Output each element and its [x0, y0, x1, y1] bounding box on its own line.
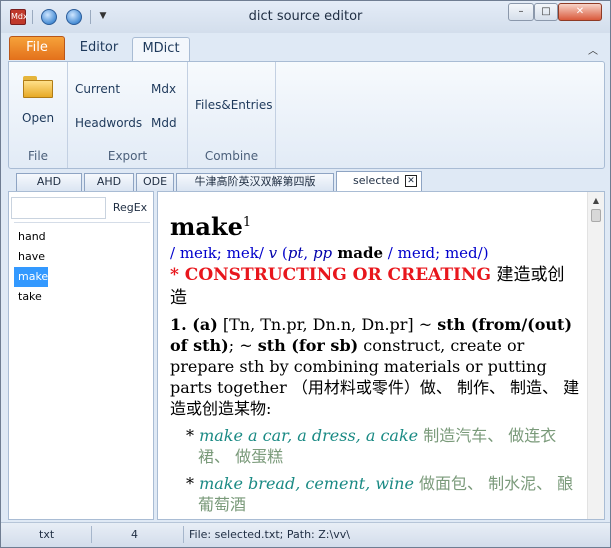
tab-file[interactable]: File: [9, 36, 65, 60]
definition: 1. (a) [Tn, Tn.pr, Dn.n, Dn.pr] ~ sth (f…: [170, 314, 580, 419]
part-of-speech: v: [268, 244, 278, 262]
scroll-up-icon[interactable]: ▲: [588, 192, 604, 209]
status-format: txt: [39, 528, 55, 541]
doc-tab-ahd-1[interactable]: AHD: [16, 173, 82, 191]
status-bar: txt 4 File: selected.txt; Path: Z:\vv\: [1, 522, 610, 547]
doc-tab-selected-label: selected: [353, 174, 400, 187]
doc-tab-selected[interactable]: selected ✕: [336, 171, 422, 191]
group-label-file: File: [27, 149, 49, 163]
status-separator: [183, 526, 184, 543]
doc-tab-ahd-2[interactable]: AHD: [84, 173, 134, 191]
inflected-form: made: [332, 244, 384, 262]
definition-sub: (a): [186, 315, 218, 334]
group-label-combine: Combine: [204, 149, 259, 163]
past-participle-label: pp: [312, 244, 333, 262]
group-label-export: Export: [107, 149, 148, 163]
example: * make bread, cement, wine 做面包、 制水泥、 酿葡萄…: [186, 474, 574, 514]
separator: ; ~: [228, 336, 258, 355]
ribbon-group-file: Open File: [9, 62, 68, 168]
status-count: 4: [131, 528, 138, 541]
ribbon-group-export: Current Mdx Headwords Mdd Export: [68, 62, 188, 168]
list-item-selected[interactable]: make: [14, 267, 48, 287]
headword-list: hand have make take: [14, 222, 150, 517]
pronunciation: / meɪk; mek/: [170, 244, 269, 262]
close-tab-icon[interactable]: ✕: [405, 175, 417, 187]
headword: make1: [170, 208, 580, 242]
example-en: make a car, a dress, a cake: [199, 426, 419, 445]
title-bar: Mdx ▼ dict source editor – □ ✕: [1, 1, 610, 33]
word-list-pane: RegEx hand have make take: [8, 191, 154, 520]
collocation-2: sth (for sb): [257, 336, 359, 355]
definition-number: 1.: [170, 315, 187, 334]
ribbon-tab-row: File Editor MDict ︿: [1, 33, 610, 62]
minimize-button[interactable]: –: [508, 3, 534, 21]
tab-editor[interactable]: Editor: [71, 37, 127, 61]
search-input[interactable]: [11, 197, 106, 219]
list-item[interactable]: hand: [14, 227, 48, 247]
export-mdd-button[interactable]: Mdd: [151, 116, 177, 130]
close-button[interactable]: ✕: [558, 3, 602, 21]
document-tab-strip: AHD AHD ODE 牛津高阶英汉双解第四版 selected ✕: [8, 171, 605, 191]
tab-mdict[interactable]: MDict: [132, 37, 190, 62]
maximize-button[interactable]: □: [534, 3, 558, 21]
entry-content: make1 / meɪk; mek/ v (pt, pp made / meɪd…: [170, 198, 580, 515]
doc-tab-oxford-advanced[interactable]: 牛津高阶英汉双解第四版: [176, 173, 334, 191]
vertical-scrollbar[interactable]: ▲: [587, 192, 604, 519]
forms-open: (: [277, 244, 288, 262]
pronunciation-line: / meɪk; mek/ v (pt, pp made / meɪd; med/…: [170, 242, 580, 264]
regex-toggle[interactable]: RegEx: [109, 197, 151, 219]
verb-pattern: [Tn, Tn.pr, Dn.n, Dn.pr] ~: [217, 315, 438, 334]
list-item[interactable]: have: [14, 247, 48, 267]
scroll-thumb[interactable]: [591, 209, 601, 222]
headword-text: make: [170, 212, 243, 241]
doc-tab-ode[interactable]: ODE: [136, 173, 174, 191]
export-mdx-button[interactable]: Mdx: [151, 82, 176, 96]
example-en: make bread, cement, wine: [199, 474, 414, 493]
status-separator: [91, 526, 92, 543]
app-window: Mdx ▼ dict source editor – □ ✕ File Edit…: [0, 0, 611, 548]
ribbon-collapse-chevron-icon[interactable]: ︿: [588, 42, 598, 57]
open-button[interactable]: Open: [22, 111, 54, 125]
status-file-info: File: selected.txt; Path: Z:\vv\: [189, 528, 350, 541]
export-headwords-button[interactable]: Headwords: [75, 116, 142, 130]
ribbon-panel: Open File Current Mdx Headwords Mdd Expo…: [8, 61, 605, 169]
homograph-number: 1: [242, 215, 252, 230]
example: * make a car, a dress, a cake 制造汽车、 做连衣裙…: [186, 426, 557, 466]
comma: ,: [303, 244, 313, 262]
sense-heading: * CONSTRUCTING OR CREATING 建造或创造: [170, 264, 580, 310]
open-folder-icon[interactable]: [23, 76, 53, 98]
entry-preview-pane: make1 / meɪk; mek/ v (pt, pp made / meɪd…: [157, 191, 605, 520]
sense-title: * CONSTRUCTING OR CREATING: [170, 265, 492, 285]
past-tense-label: pt: [287, 244, 304, 262]
export-current-button[interactable]: Current: [75, 82, 120, 96]
list-item[interactable]: take: [14, 287, 48, 307]
pronunciation-2: / meɪd; med/): [383, 244, 489, 262]
combine-files-entries-button[interactable]: Files&Entries: [195, 98, 272, 112]
ribbon-group-combine: Files&Entries Combine: [188, 62, 276, 168]
